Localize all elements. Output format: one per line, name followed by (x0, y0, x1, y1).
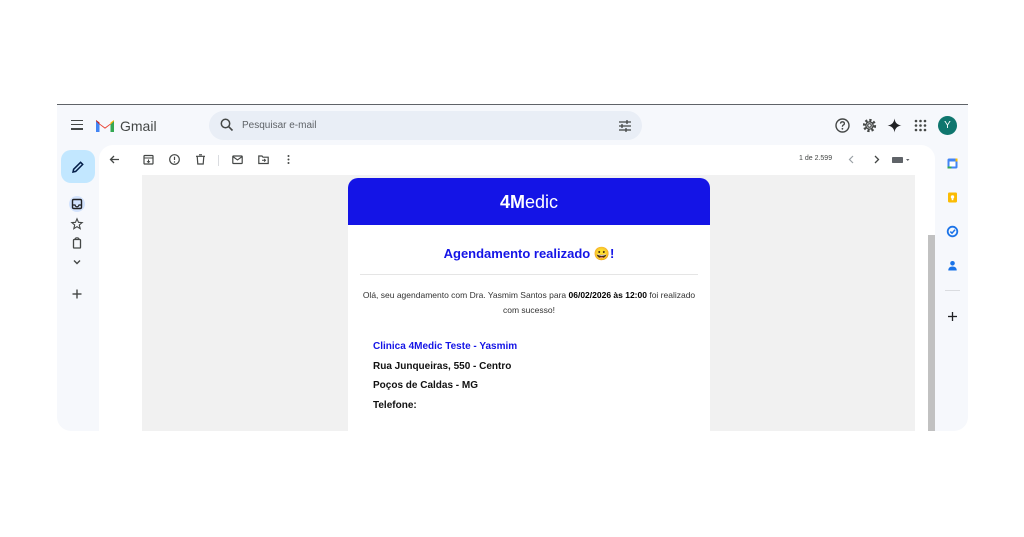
add-addon-icon[interactable] (946, 310, 959, 323)
gmail-logo[interactable] (95, 118, 115, 133)
message-body-area: 4Medic Agendamento realizado 😀! Olá, seu… (142, 175, 915, 431)
main-menu-button[interactable] (69, 117, 85, 133)
clipboard-icon[interactable] (69, 235, 85, 251)
email-card: 4Medic Agendamento realizado 😀! Olá, seu… (348, 178, 710, 431)
help-icon[interactable] (834, 117, 851, 134)
menu-icon (71, 119, 83, 122)
keep-icon[interactable] (946, 191, 959, 204)
chevron-left-icon[interactable] (845, 153, 858, 166)
top-bar: Gmail Pesquisar e-mail Y (57, 105, 968, 145)
report-spam-icon[interactable] (168, 153, 181, 166)
mark-unread-icon[interactable] (231, 153, 244, 166)
contacts-icon[interactable] (946, 259, 959, 272)
side-panel-divider (945, 290, 960, 291)
chevron-down-icon[interactable] (69, 254, 85, 270)
message-count: 1 de 2.599 (799, 155, 833, 162)
settings-gear-icon[interactable] (861, 117, 878, 134)
phone-label: Telefone: (373, 400, 417, 411)
email-title: Agendamento realizado 😀! (443, 246, 615, 261)
email-header: 4Medic (348, 178, 710, 225)
apps-grid-icon[interactable] (912, 117, 929, 134)
clinic-name: Clinica 4Medic Teste - Yasmim (373, 341, 518, 352)
account-avatar[interactable]: Y (938, 116, 957, 135)
starred-icon[interactable] (69, 216, 85, 232)
search-input[interactable] (242, 117, 602, 134)
address-line-2: Poços de Caldas - MG (373, 380, 479, 391)
tasks-icon[interactable] (946, 225, 959, 238)
calendar-icon[interactable] (946, 157, 959, 170)
appointment-date: 06/02/2026 às 12:00 (568, 290, 647, 300)
email-divider (360, 274, 698, 275)
search-icon[interactable] (220, 118, 234, 132)
keyboard-icon[interactable] (891, 153, 913, 166)
delete-icon[interactable] (194, 153, 207, 166)
email-brand-logo: 4Medic (499, 192, 559, 212)
toolbar-divider (218, 155, 219, 166)
chevron-right-icon[interactable] (870, 153, 883, 166)
archive-icon[interactable] (142, 153, 155, 166)
side-panel (937, 145, 968, 431)
gemini-sparkle-icon[interactable] (886, 117, 903, 134)
scrollbar-thumb[interactable] (928, 235, 935, 431)
address-line-1: Rua Junqueiras, 550 - Centro (373, 361, 512, 372)
more-vert-icon[interactable] (282, 153, 295, 166)
back-arrow-icon[interactable] (108, 153, 121, 166)
move-to-icon[interactable] (257, 153, 270, 166)
search-options-icon[interactable] (618, 119, 632, 132)
email-message: Olá, seu agendamento com Dra. Yasmim San… (362, 290, 696, 315)
gmail-window: Gmail Pesquisar e-mail Y 1 de 2.599 4Med… (57, 104, 968, 431)
search-bar[interactable] (209, 111, 642, 140)
compose-button[interactable] (61, 150, 95, 183)
app-title: Gmail (120, 118, 157, 134)
compose-icon (72, 161, 84, 173)
message-view: 1 de 2.599 4Medic Agendamento realizado … (99, 145, 935, 431)
plus-icon[interactable] (69, 286, 85, 302)
inbox-icon[interactable] (69, 196, 85, 212)
message-toolbar: 1 de 2.599 (99, 145, 935, 175)
